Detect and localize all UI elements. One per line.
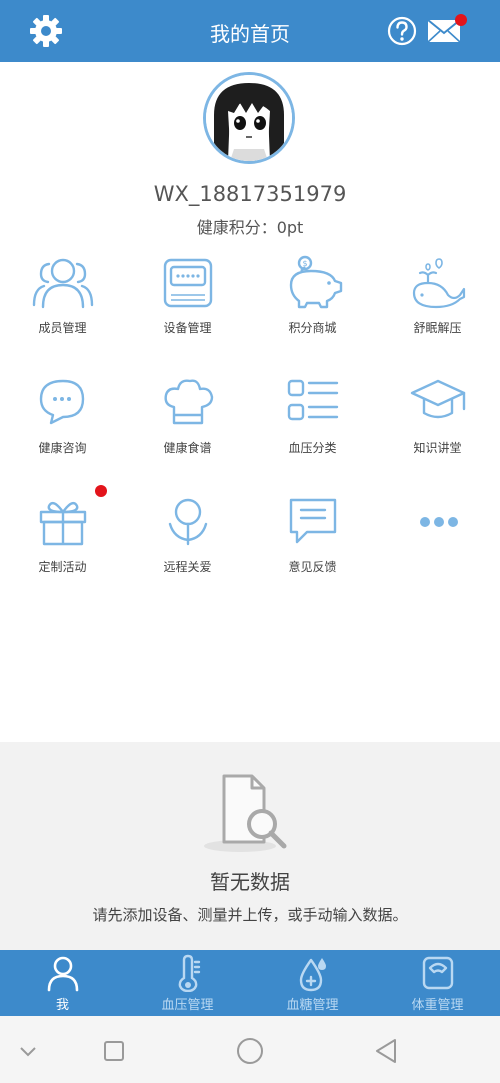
grid-item-relax[interactable]: 舒眠解压 [375, 255, 500, 355]
grid-item-more[interactable] [375, 494, 500, 594]
grid-item-recipes[interactable]: 健康食谱 [125, 375, 250, 475]
recent-apps-icon[interactable] [99, 1036, 129, 1066]
grid-label: 血压分类 [288, 441, 337, 455]
empty-description: 请先添加设备、测量并上传，或手动输入数据。 [92, 906, 408, 924]
graduation-cap-icon [410, 379, 465, 419]
blood-drop-icon [299, 958, 326, 992]
tab-label: 体重管理 [411, 998, 464, 1013]
members-icon [32, 258, 93, 309]
grid-item-members[interactable]: 成员管理 [0, 255, 125, 355]
grid-item-knowledge[interactable]: 知识讲堂 [375, 375, 500, 475]
grid-item-events[interactable]: 定制活动 [0, 494, 125, 594]
tab-label: 血压管理 [161, 998, 214, 1013]
thermometer-icon [178, 954, 200, 992]
grid-label: 健康咨询 [38, 441, 87, 455]
grid-label: 积分商城 [288, 321, 337, 335]
system-nav-bar [0, 1016, 500, 1083]
grid-item-points-mall[interactable]: $ 积分商城 [250, 255, 375, 355]
grid-label: 意见反馈 [288, 560, 337, 574]
tab-me[interactable]: 我 [0, 950, 125, 1016]
tab-label: 我 [55, 998, 69, 1013]
grid-label: 设备管理 [163, 321, 212, 335]
username: WX_18817351979 [153, 182, 347, 206]
document-search-icon [204, 774, 287, 852]
care-icon [168, 498, 207, 546]
grid-label: 定制活动 [38, 560, 87, 574]
person-icon [47, 956, 78, 992]
tab-label: 血糖管理 [286, 998, 339, 1013]
question-circle-icon[interactable] [384, 13, 420, 49]
feedback-icon [289, 498, 336, 544]
svg-text:$: $ [302, 259, 307, 268]
health-points: 健康积分：0pt [196, 218, 304, 237]
back-triangle-icon[interactable] [371, 1036, 401, 1066]
back-chevron-icon[interactable] [13, 1036, 43, 1066]
grid-item-feedback[interactable]: 意见反馈 [250, 494, 375, 594]
grid-label: 知识讲堂 [413, 441, 462, 455]
piggy-bank-icon: $ [289, 255, 342, 309]
chef-hat-icon [163, 379, 213, 425]
empty-title: 暂无数据 [210, 870, 290, 894]
bottom-tab-bar: 我 血压管理 血糖管理 体重管理 [0, 950, 500, 1016]
page-title: 我的首页 [210, 22, 290, 46]
grid-label: 舒眠解压 [413, 321, 462, 335]
list-icon [287, 379, 338, 421]
device-icon [163, 258, 212, 308]
tab-blood-sugar[interactable]: 血糖管理 [250, 950, 375, 1016]
scale-icon [422, 956, 453, 990]
chat-bubble-icon [39, 379, 84, 425]
avatar[interactable] [203, 72, 295, 164]
home-circle-icon[interactable] [235, 1036, 265, 1066]
grid-item-bp-category[interactable]: 血压分类 [250, 375, 375, 475]
whale-icon [412, 258, 465, 309]
grid-item-device[interactable]: 设备管理 [125, 255, 250, 355]
avatar-illustration [206, 75, 292, 161]
grid-label: 成员管理 [38, 321, 87, 335]
tab-weight[interactable]: 体重管理 [375, 950, 500, 1016]
grid-item-consult[interactable]: 健康咨询 [0, 375, 125, 475]
grid-item-remote-care[interactable]: 远程关爱 [125, 494, 250, 594]
profile-section: WX_18817351979 健康积分：0pt [0, 62, 500, 242]
gift-icon [39, 501, 86, 546]
grid-label: 健康食谱 [163, 441, 212, 455]
tab-blood-pressure[interactable]: 血压管理 [125, 950, 250, 1016]
empty-state: 暂无数据 请先添加设备、测量并上传，或手动输入数据。 [0, 742, 500, 950]
more-dots-icon [419, 517, 458, 527]
top-header: 我的首页 [0, 0, 500, 62]
events-badge [95, 485, 107, 497]
grid-label: 远程关爱 [163, 560, 212, 574]
mail-unread-badge [455, 14, 467, 26]
